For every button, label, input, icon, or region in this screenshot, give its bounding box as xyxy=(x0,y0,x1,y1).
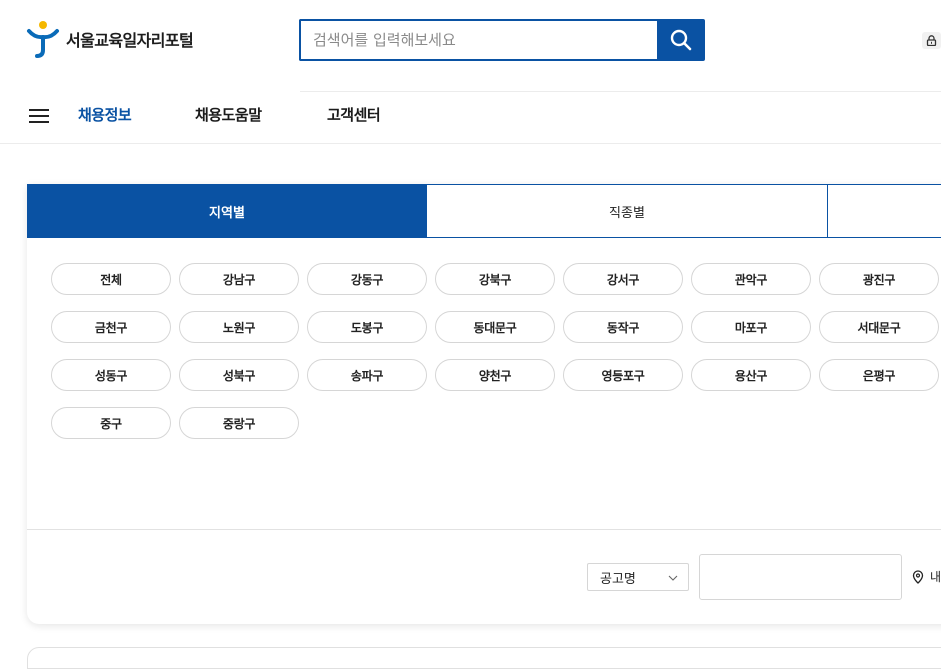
logo-text: 서울교육일자리포털 xyxy=(66,31,194,50)
chevron-down-icon xyxy=(668,575,678,581)
search-input[interactable] xyxy=(301,21,657,59)
district-button[interactable]: 노원구 xyxy=(179,311,299,343)
district-button[interactable]: 강북구 xyxy=(435,263,555,295)
district-button[interactable]: 관악구 xyxy=(691,263,811,295)
select-value: 공고명 xyxy=(600,571,636,587)
nav-item-support[interactable]: 고객센터 xyxy=(327,104,381,125)
tab-region[interactable]: 지역별 xyxy=(27,184,427,238)
district-button[interactable]: 금천구 xyxy=(51,311,171,343)
map-pin-icon xyxy=(912,569,924,584)
nav-item-jobs[interactable]: 채용정보 xyxy=(78,104,132,125)
nav-item-help[interactable]: 채용도움말 xyxy=(195,104,262,125)
tab-third[interactable] xyxy=(827,184,941,238)
lock-icon xyxy=(926,35,937,46)
district-button[interactable]: 강동구 xyxy=(307,263,427,295)
district-button[interactable]: 광진구 xyxy=(819,263,939,295)
location-button[interactable]: 내 xyxy=(912,568,941,585)
district-button[interactable]: 동대문구 xyxy=(435,311,555,343)
district-button[interactable]: 양천구 xyxy=(435,359,555,391)
search-button[interactable] xyxy=(657,19,705,61)
keyword-input[interactable] xyxy=(700,555,901,599)
district-button[interactable]: 용산구 xyxy=(691,359,811,391)
nav-divider xyxy=(0,143,941,144)
district-button[interactable]: 마포구 xyxy=(691,311,811,343)
district-button[interactable]: 중랑구 xyxy=(179,407,299,439)
results-card xyxy=(27,647,941,669)
district-button[interactable]: 서대문구 xyxy=(819,311,939,343)
site-logo[interactable]: 서울교육일자리포털 xyxy=(26,20,194,58)
district-button[interactable]: 성북구 xyxy=(179,359,299,391)
search-box xyxy=(299,19,657,61)
login-button[interactable] xyxy=(922,32,941,49)
district-button[interactable]: 송파구 xyxy=(307,359,427,391)
logo-mark-icon xyxy=(27,21,59,58)
filter-divider xyxy=(27,529,941,530)
district-button[interactable]: 영등포구 xyxy=(563,359,683,391)
keyword-input-box xyxy=(699,554,902,600)
hamburger-menu-icon[interactable] xyxy=(29,107,49,123)
district-button[interactable]: 전체 xyxy=(51,263,171,295)
district-button[interactable]: 중구 xyxy=(51,407,171,439)
district-button[interactable]: 은평구 xyxy=(819,359,939,391)
search-icon xyxy=(670,29,692,51)
district-button[interactable]: 동작구 xyxy=(563,311,683,343)
district-button[interactable]: 강남구 xyxy=(179,263,299,295)
tab-job-type[interactable]: 직종별 xyxy=(426,184,828,238)
location-label: 내 xyxy=(930,570,941,584)
district-button[interactable]: 성동구 xyxy=(51,359,171,391)
search-field-select[interactable]: 공고명 xyxy=(587,563,689,591)
header-divider xyxy=(300,91,941,92)
district-button[interactable]: 도봉구 xyxy=(307,311,427,343)
district-button[interactable]: 강서구 xyxy=(563,263,683,295)
